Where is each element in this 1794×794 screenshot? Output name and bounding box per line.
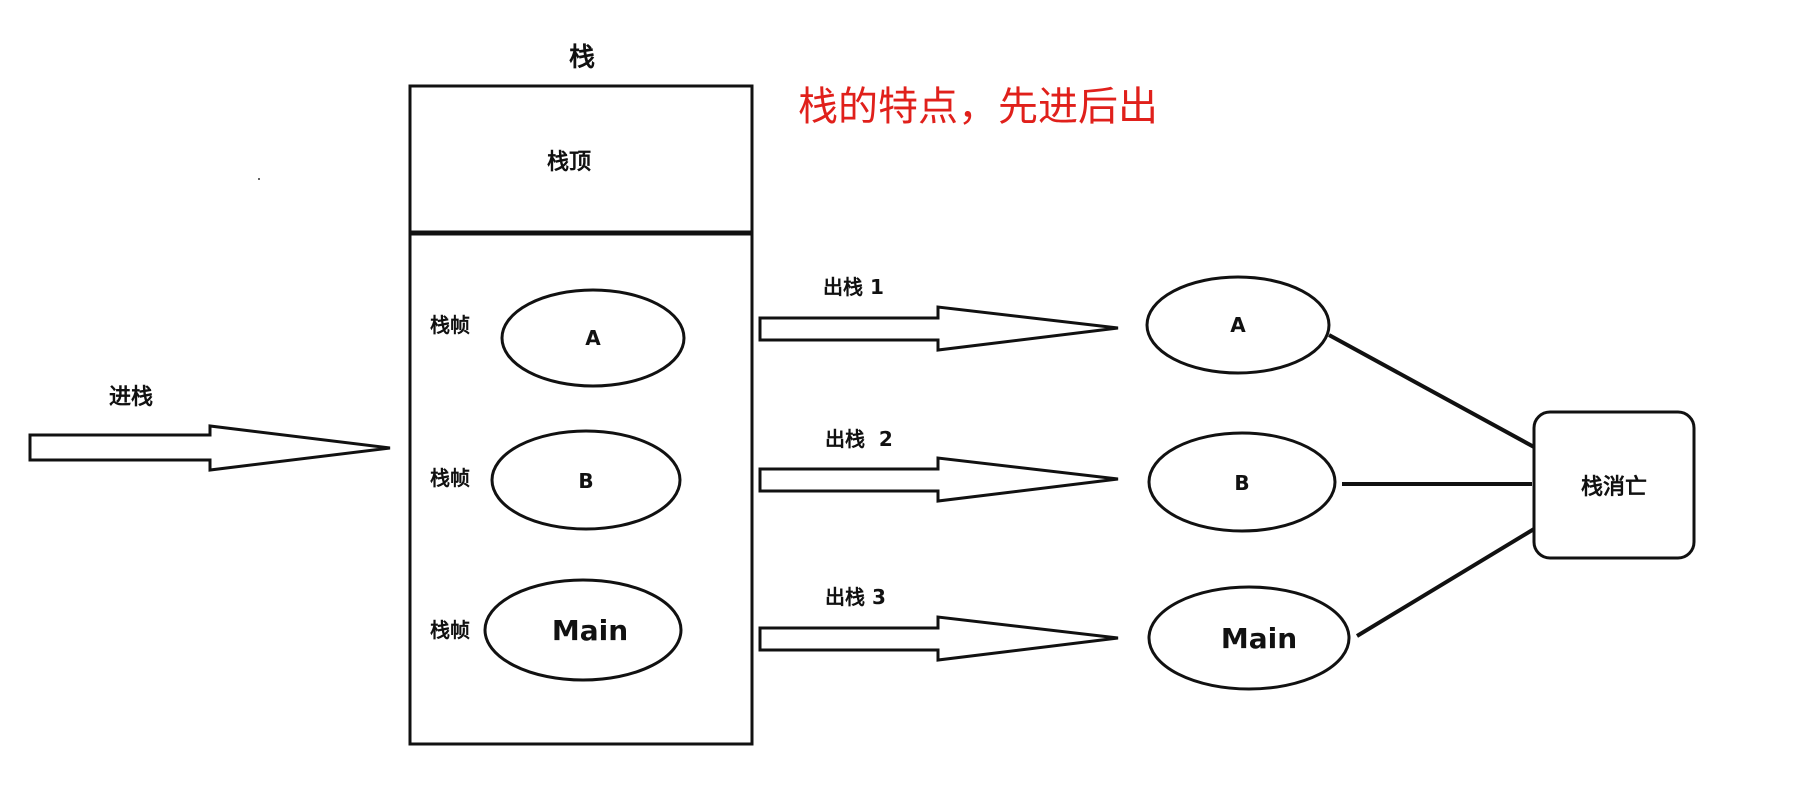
popped-frame-a-text: A [1230,313,1246,337]
popped-frame-main-text: Main [1221,622,1297,655]
connector-main [1355,527,1536,638]
stack-destroyed-label: 栈消亡 [1581,474,1647,500]
stack-property-note: 栈的特点，先进后出 [798,84,1158,130]
pop-arrow-3 [758,615,1119,662]
stack-frame-b-text: B [578,469,593,493]
frame-label-b: 栈帧 [430,466,470,490]
pop-arrow-2 [758,456,1119,503]
connector-a [1328,333,1535,449]
pop-label-2: 出栈 2 [825,427,893,451]
frame-label-main: 栈帧 [430,618,470,642]
pop-label-3: 出栈 3 [825,585,886,609]
stray-dot [258,178,260,180]
push-label: 进栈 [109,385,153,410]
stack-diagram: 栈 栈顶 栈的特点，先进后出 栈帧 栈帧 栈帧 A B Main 进栈 出栈 1… [28,43,1696,746]
push-arrow [28,424,391,472]
stack-title: 栈 [569,43,595,73]
stack-top-label: 栈顶 [547,150,591,175]
stack-frame-a-text: A [585,326,601,350]
pop-arrow-1 [758,305,1119,352]
pop-label-1: 出栈 1 [823,275,884,299]
stack-frame-main-text: Main [552,614,628,647]
popped-frame-b-text: B [1234,471,1249,495]
frame-label-a: 栈帧 [430,313,470,337]
